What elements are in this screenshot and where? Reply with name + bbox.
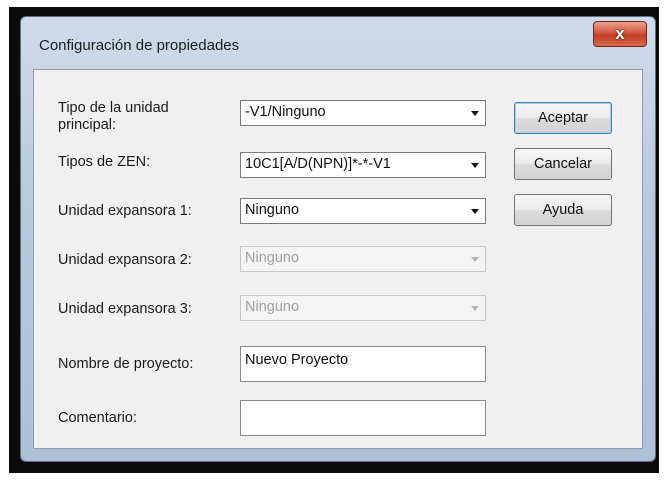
dialog-title: Configuración de propiedades bbox=[39, 37, 240, 54]
main-unit-type-select[interactable]: -V1/Ninguno bbox=[240, 100, 486, 126]
main-unit-type-value: -V1/Ninguno bbox=[245, 104, 326, 120]
expansion-1-label: Unidad expansora 1: bbox=[58, 203, 192, 219]
main-unit-type-label: Tipo de la unidad principal: bbox=[58, 100, 169, 133]
expansion-1-select[interactable]: Ninguno bbox=[240, 198, 486, 224]
expansion-2-select: Ninguno bbox=[240, 246, 486, 272]
chevron-down-icon[interactable] bbox=[469, 159, 481, 171]
close-icon: x bbox=[615, 24, 625, 43]
close-button[interactable]: x bbox=[593, 21, 647, 47]
chevron-down-icon bbox=[469, 253, 481, 265]
cancel-button[interactable]: Cancelar bbox=[514, 148, 612, 180]
comment-label: Comentario: bbox=[58, 410, 137, 426]
expansion-3-value: Ninguno bbox=[245, 299, 300, 315]
dialog-client-area: Tipo de la unidad principal: -V1/Ninguno… bbox=[33, 69, 643, 449]
chevron-down-icon[interactable] bbox=[469, 205, 481, 217]
expansion-2-value: Ninguno bbox=[245, 250, 300, 266]
project-name-input[interactable]: Nuevo Proyecto bbox=[240, 346, 486, 382]
properties-dialog: Configuración de propiedades x Tipo de l… bbox=[20, 16, 656, 462]
accept-button[interactable]: Aceptar bbox=[514, 102, 612, 134]
zen-types-value: 10C1[A/D(NPN)]*-*-V1 bbox=[245, 156, 391, 172]
expansion-2-label: Unidad expansora 2: bbox=[58, 252, 192, 268]
zen-types-select[interactable]: 10C1[A/D(NPN)]*-*-V1 bbox=[240, 152, 486, 178]
chevron-down-icon[interactable] bbox=[469, 107, 481, 119]
project-name-label: Nombre de proyecto: bbox=[58, 356, 194, 372]
expansion-3-select: Ninguno bbox=[240, 295, 486, 321]
expansion-1-value: Ninguno bbox=[245, 202, 300, 218]
comment-input[interactable] bbox=[240, 400, 486, 436]
chevron-down-icon bbox=[469, 302, 481, 314]
project-name-value: Nuevo Proyecto bbox=[245, 352, 349, 368]
zen-types-label: Tipos de ZEN: bbox=[58, 154, 151, 170]
expansion-3-label: Unidad expansora 3: bbox=[58, 301, 192, 317]
help-button[interactable]: Ayuda bbox=[514, 194, 612, 226]
title-bar[interactable]: Configuración de propiedades x bbox=[21, 17, 655, 67]
